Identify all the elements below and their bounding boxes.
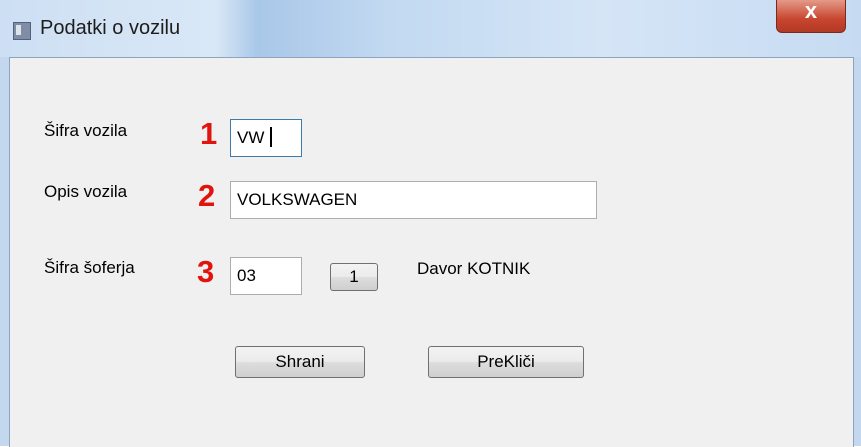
vehicle-description-input[interactable]: VOLKSWAGEN bbox=[230, 181, 597, 219]
driver-code-label: Šifra šoferja bbox=[44, 258, 135, 277]
driver-name: Davor KOTNIK bbox=[417, 259, 531, 278]
vehicle-description-marker: 2 bbox=[198, 178, 216, 213]
window-title: Podatki o vozilu bbox=[40, 17, 181, 39]
vehicle-code-input[interactable]: VW bbox=[230, 119, 302, 157]
vehicle-code-label: Šifra vozila bbox=[44, 121, 128, 140]
vehicle-code-marker: 1 bbox=[200, 116, 218, 151]
vehicle-description-label: Opis vozila bbox=[44, 182, 128, 201]
driver-code-input[interactable]: 03 bbox=[230, 257, 302, 295]
text-caret bbox=[270, 126, 273, 147]
dialog-body: Šifra vozila 1 VW Opis vozila 2 VOLKSWAG… bbox=[9, 57, 854, 447]
close-button[interactable]: x bbox=[776, 0, 846, 33]
vehicle-code-value: VW bbox=[237, 128, 265, 147]
cancel-button[interactable]: PreKliči bbox=[428, 346, 584, 378]
driver-code-marker: 3 bbox=[197, 254, 215, 289]
title-bar[interactable]: Podatki o vozilu x bbox=[0, 0, 861, 57]
window-app-icon[interactable] bbox=[13, 22, 31, 40]
close-icon: x bbox=[804, 0, 818, 23]
driver-lookup-button[interactable]: 1 bbox=[330, 263, 378, 291]
dialog-window: Podatki o vozilu x Šifra vozila 1 VW Opi… bbox=[0, 0, 861, 447]
save-button[interactable]: Shrani bbox=[235, 346, 365, 378]
